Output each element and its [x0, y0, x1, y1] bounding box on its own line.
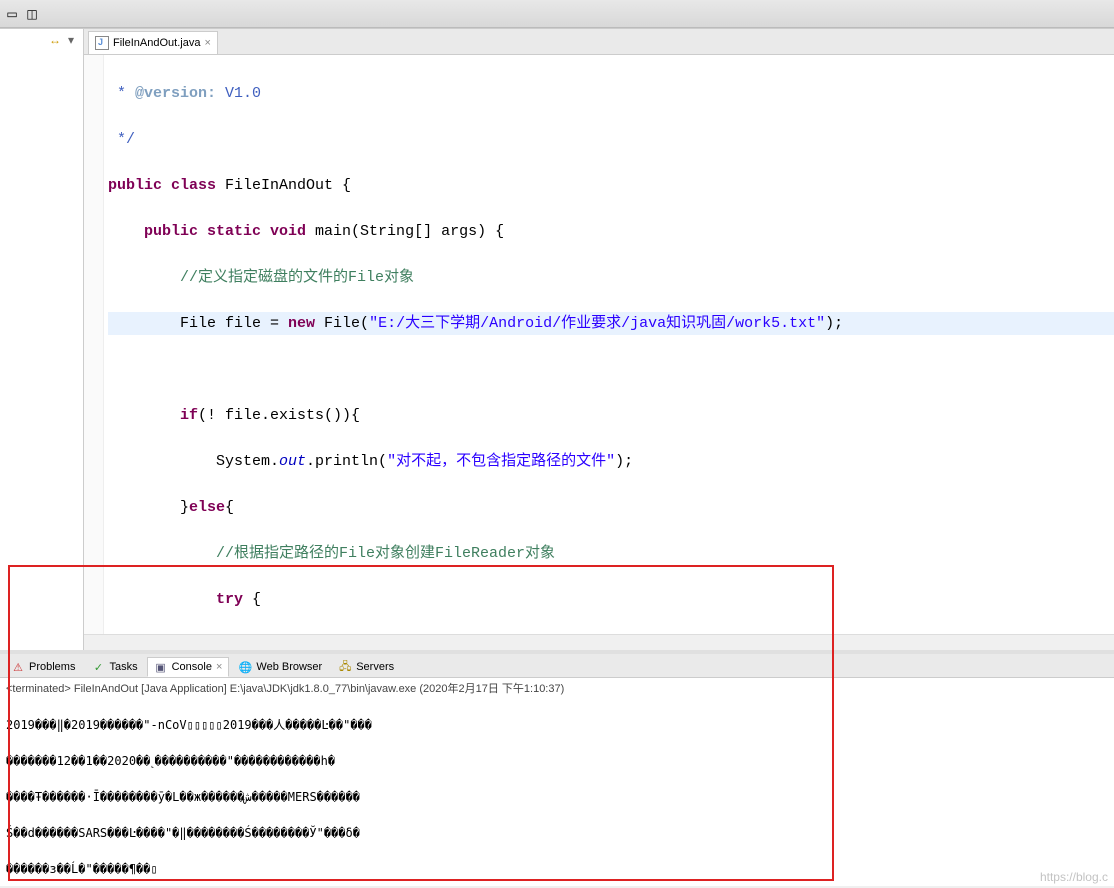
toolbar-strip: ▭ ◫	[0, 0, 1114, 28]
problems-icon: ⚠	[11, 660, 25, 674]
tab-label: Web Browser	[256, 661, 322, 673]
console-line: ������з��Ĺ�"�����¶��▯	[6, 860, 1108, 878]
console-line: �������12��1��2020��˻����������"��������…	[6, 752, 1108, 770]
servers-icon: 🖧	[338, 660, 352, 674]
tab-servers[interactable]: 🖧 Servers	[331, 657, 401, 677]
console-line: Ś��d������SARS���Ŀ����"�‖��������Ś������…	[6, 824, 1108, 842]
editor-tabbar: FileInAndOut.java ×	[84, 29, 1114, 55]
tab-label: Problems	[29, 661, 75, 673]
tab-label: Console	[172, 661, 212, 673]
editor-ruler	[84, 55, 104, 634]
sync-icon[interactable]: ↔	[47, 32, 63, 48]
close-icon[interactable]: ×	[204, 37, 210, 49]
tab-tasks[interactable]: ✓ Tasks	[84, 657, 144, 677]
side-panel: ↔ ▾	[0, 28, 84, 650]
watermark: https://blog.c	[1040, 870, 1108, 884]
console-icon: ▣	[154, 660, 168, 674]
close-icon[interactable]: ×	[216, 661, 222, 673]
tab-label: Tasks	[109, 661, 137, 673]
console-output[interactable]: 2019���‖�2019������"-nCoV▯▯▯▯▯2019���人��…	[0, 698, 1114, 886]
bottom-pane: ⚠ Problems ✓ Tasks ▣ Console × 🌐 Web Bro…	[0, 650, 1114, 886]
console-status: <terminated> FileInAndOut [Java Applicat…	[0, 678, 1114, 698]
editor-content[interactable]: * @version: V1.0 */ public class FileInA…	[84, 55, 1114, 634]
code-area[interactable]: * @version: V1.0 */ public class FileInA…	[104, 55, 1114, 634]
console-line: 2019���‖�2019������"-nCoV▯▯▯▯▯2019���人��…	[6, 716, 1108, 734]
restore-icon[interactable]: ◫	[24, 6, 40, 22]
tab-label: Servers	[356, 661, 394, 673]
editor-tab-label: FileInAndOut.java	[113, 37, 200, 49]
tasks-icon: ✓	[91, 660, 105, 674]
main-area: ↔ ▾ FileInAndOut.java × * @version: V1.0…	[0, 28, 1114, 650]
minimize-icon[interactable]: ▭	[4, 6, 20, 22]
menu-icon[interactable]: ▾	[63, 32, 79, 48]
editor-tab-fileinandout[interactable]: FileInAndOut.java ×	[88, 31, 218, 54]
globe-icon: 🌐	[238, 660, 252, 674]
tab-web-browser[interactable]: 🌐 Web Browser	[231, 657, 329, 677]
bottom-tabbar: ⚠ Problems ✓ Tasks ▣ Console × 🌐 Web Bro…	[0, 654, 1114, 678]
horizontal-scrollbar[interactable]	[84, 634, 1114, 650]
java-file-icon	[95, 36, 109, 50]
console-line: ����Ŧ������·Ī��������ȳ�L��ж������ش�����M…	[6, 788, 1108, 806]
editor-area: FileInAndOut.java × * @version: V1.0 */ …	[84, 28, 1114, 650]
tab-problems[interactable]: ⚠ Problems	[4, 657, 82, 677]
tab-console[interactable]: ▣ Console ×	[147, 657, 230, 677]
